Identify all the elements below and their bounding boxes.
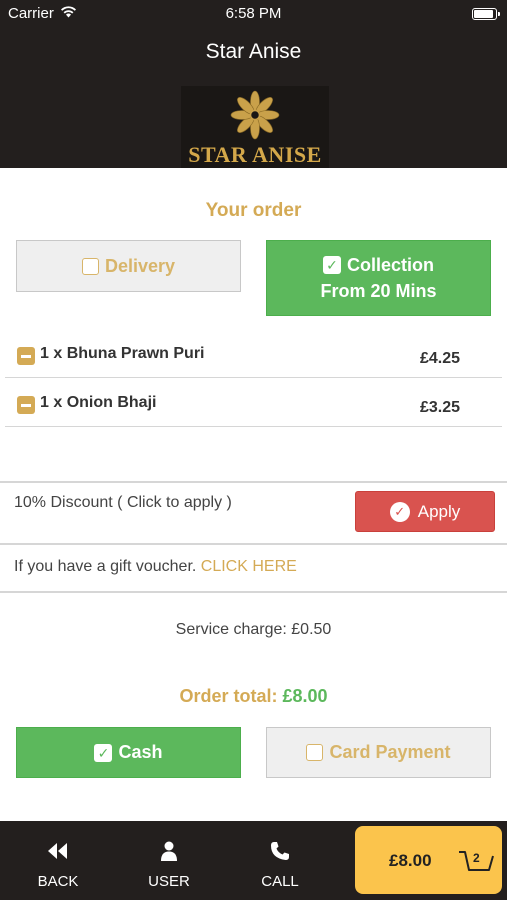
checkbox-empty-icon	[81, 257, 99, 275]
divider	[0, 481, 507, 483]
tab-call-label: CALL	[261, 873, 299, 890]
header: Star Anise STAR ANISE	[0, 28, 507, 168]
discount-text[interactable]: 10% Discount ( Click to apply )	[14, 494, 232, 512]
star-anise-logo-icon	[230, 90, 280, 140]
cart-count-badge: 2	[473, 851, 480, 865]
cash-label: Cash	[118, 742, 163, 762]
tab-back[interactable]: BACK	[18, 821, 98, 900]
check-circle-icon: ✓	[389, 501, 410, 522]
service-charge: Service charge: £0.50	[175, 621, 332, 638]
order-heading: Your order	[205, 200, 302, 221]
page-title: Star Anise	[205, 40, 302, 63]
order-total: Order total: £8.00	[0, 686, 507, 707]
cart-total: £8.00	[389, 851, 432, 870]
card-payment-label: Card Payment	[329, 742, 451, 762]
divider	[0, 543, 507, 545]
delivery-label: Delivery	[104, 255, 176, 276]
back-icon	[47, 839, 69, 863]
item-name: 1 x Onion Bhaji	[40, 394, 157, 411]
voucher-link[interactable]: CLICK HERE	[201, 558, 297, 575]
collection-button[interactable]: ✓ Collection From 20 Mins	[266, 240, 491, 316]
divider	[0, 591, 507, 593]
cart-button[interactable]: £8.00 2	[355, 826, 502, 894]
status-time: 6:58 PM	[225, 5, 282, 22]
star-anise-logo: STAR ANISE	[181, 86, 329, 168]
tab-user-label: USER	[148, 873, 190, 890]
apply-label: Apply	[417, 501, 461, 521]
gift-voucher-row: If you have a gift voucher. CLICK HERE	[14, 558, 297, 576]
item-price: £3.25	[419, 399, 460, 416]
item-name: 1 x Bhuna Prawn Puri	[40, 345, 205, 362]
collection-label: Collection	[346, 254, 434, 275]
tab-call[interactable]: CALL	[240, 821, 320, 900]
user-icon	[160, 839, 178, 863]
battery-icon	[472, 8, 500, 20]
voucher-text: If you have a gift voucher.	[14, 558, 201, 575]
logo-text: STAR ANISE	[188, 142, 322, 167]
order-total-amount: £8.00	[282, 686, 328, 706]
order-item: 1 x Bhuna Prawn Puri £4.25	[5, 330, 502, 378]
bottom-tab-bar: BACK USER CALL £8.00 2	[0, 821, 507, 900]
card-payment-button[interactable]: Card Payment	[266, 727, 491, 778]
checkbox-checked-icon: ✓	[322, 256, 341, 274]
checkbox-checked-icon: ✓	[94, 743, 113, 762]
status-bar: Carrier 6:58 PM	[0, 0, 507, 28]
phone-icon	[270, 839, 290, 863]
cash-button[interactable]: ✓ Cash	[16, 727, 241, 778]
minus-icon[interactable]	[17, 396, 35, 414]
order-item: 1 x Onion Bhaji £3.25	[5, 379, 502, 427]
apply-discount-button[interactable]: ✓ Apply	[355, 491, 495, 532]
order-total-label: Order total:	[179, 686, 283, 706]
tab-back-label: BACK	[37, 873, 79, 890]
item-price: £4.25	[419, 350, 460, 367]
checkbox-empty-icon	[306, 744, 324, 761]
minus-icon[interactable]	[17, 347, 35, 365]
tab-user[interactable]: USER	[129, 821, 209, 900]
delivery-button[interactable]: Delivery	[16, 240, 241, 292]
collection-sublabel: From 20 Mins	[320, 280, 437, 301]
